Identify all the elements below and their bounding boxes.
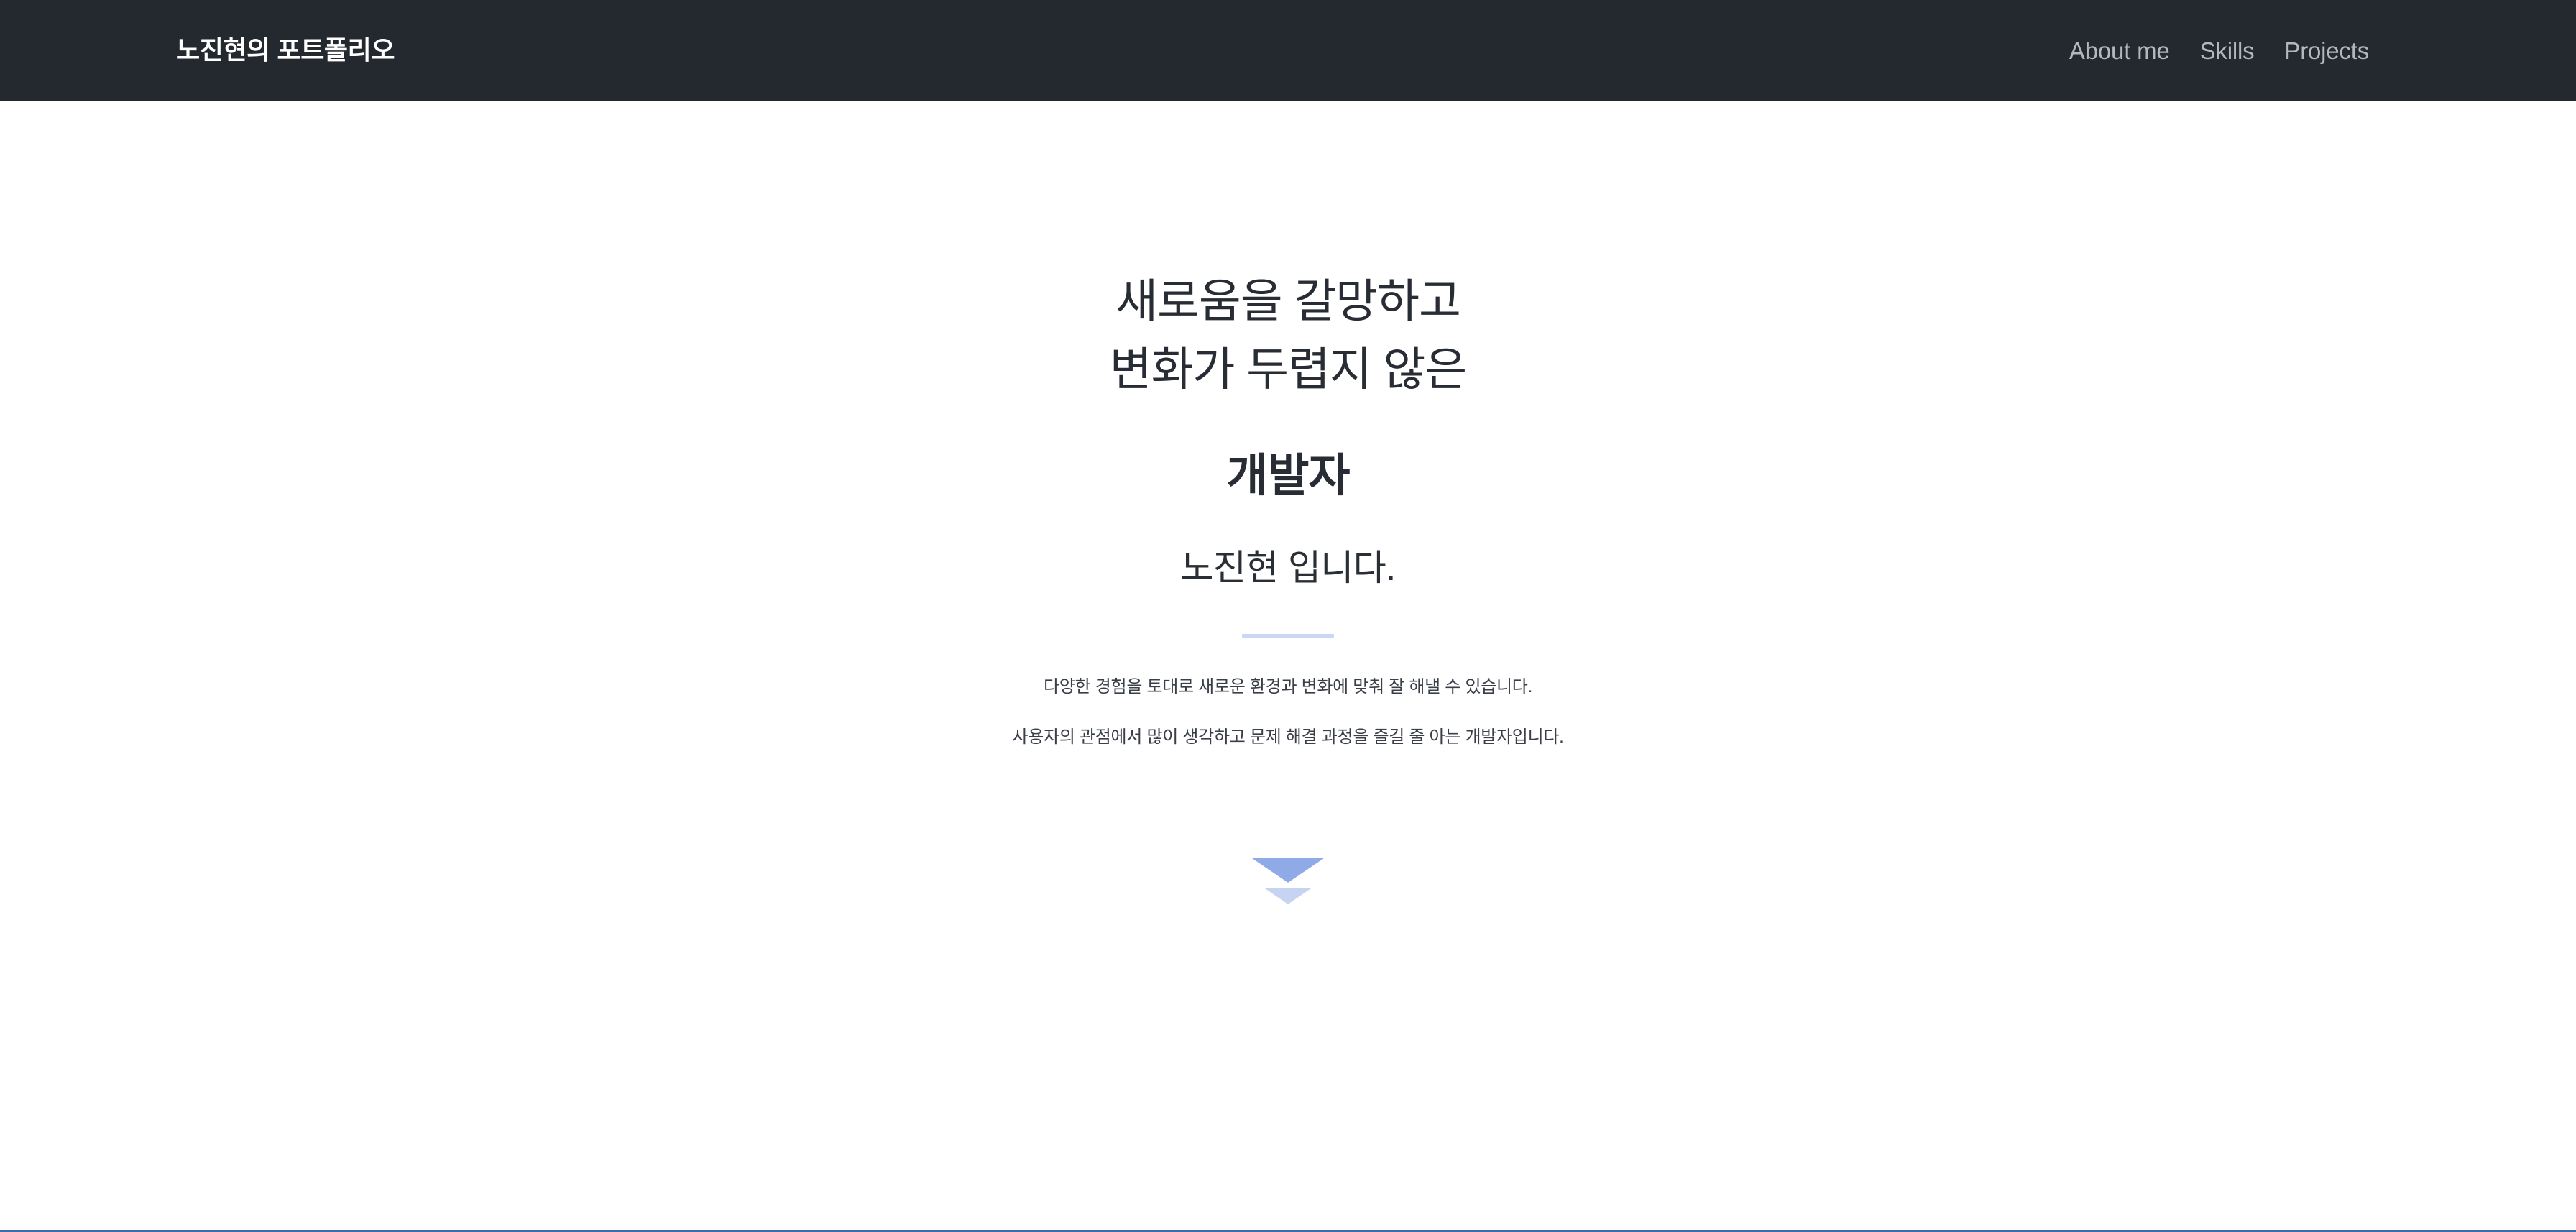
hero-section: 새로움을 갈망하고 변화가 두렵지 않은 개발자 노진현 입니다. 다양한 경험…: [0, 101, 2576, 1229]
scroll-down-button[interactable]: [1252, 858, 1324, 905]
hero-description-line-1: 다양한 경험을 토대로 새로운 환경과 변화에 맞춰 잘 해낼 수 있습니다.: [1044, 677, 1532, 697]
hero-headline-line-2: 변화가 두렵지 않은: [1109, 343, 1468, 395]
nav-link-projects[interactable]: Projects: [2284, 39, 2369, 63]
portfolio-landing-page: 노진현의 포트폴리오 About me Skills Projects 새로움을…: [0, 0, 2576, 1232]
hero-divider: [1242, 634, 1334, 638]
hero-headline-line-1: 새로움을 갈망하고: [1116, 275, 1461, 327]
nav-link-skills[interactable]: Skills: [2200, 39, 2255, 63]
site-header: 노진현의 포트폴리오 About me Skills Projects: [0, 0, 2576, 101]
hero-headline: 새로움을 갈망하고 변화가 두렵지 않은: [1109, 267, 1468, 403]
primary-navigation: About me Skills Projects: [2069, 39, 2400, 63]
site-brand-logo[interactable]: 노진현의 포트폴리오: [176, 37, 395, 63]
hero-description: 다양한 경험을 토대로 새로운 환경과 변화에 맞춰 잘 해낼 수 있습니다. …: [1012, 675, 1563, 749]
hero-author-name: 노진현 입니다.: [1180, 548, 1397, 589]
hero-role-title: 개발자: [1226, 451, 1351, 502]
chevron-down-icon-primary: [1252, 858, 1324, 883]
chevron-down-icon-secondary: [1265, 888, 1311, 905]
hero-description-line-2: 사용자의 관점에서 많이 생각하고 문제 해결 과정을 즐길 줄 아는 개발자입…: [1012, 727, 1564, 747]
nav-link-about-me[interactable]: About me: [2069, 39, 2170, 63]
